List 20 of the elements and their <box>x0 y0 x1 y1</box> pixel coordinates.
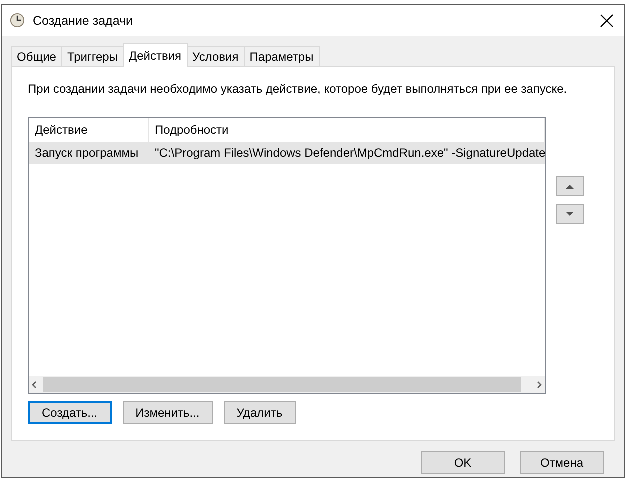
table-cell-text: "C:\Program Files\Windows Defender\MpCmdRun.exe" -SignatureUpdate <box>154 146 545 160</box>
triangle-up-icon <box>566 184 574 188</box>
action-button[interactable]: Удалить <box>224 401 296 424</box>
dialog-button[interactable]: OK <box>421 451 505 474</box>
move-up-button[interactable] <box>556 176 584 196</box>
table-cell-text: Запуск программы <box>34 146 140 160</box>
close-icon[interactable] <box>600 14 614 28</box>
horizontal-scrollbar[interactable] <box>29 376 545 393</box>
list-row[interactable]: Запуск программы "C:\Program Files\Windows Defender\MpCmdRun.exe" -SignatureUpdate <box>29 142 545 164</box>
move-down-button[interactable] <box>556 204 584 224</box>
tab[interactable]: Общие <box>11 46 62 67</box>
tab[interactable]: Действия <box>122 43 188 67</box>
tab[interactable]: Параметры <box>244 46 320 67</box>
description-text: При создании задачи необходимо указать действие, которое будет выполняться при ее запуске. <box>28 82 568 96</box>
window-title: Создание задачи <box>33 14 133 28</box>
action-button[interactable]: Создать... <box>28 401 112 424</box>
dialog-button[interactable]: Отмена <box>520 451 604 474</box>
triangle-down-icon <box>566 212 574 216</box>
clock-icon <box>10 13 25 28</box>
action-button[interactable]: Изменить... <box>122 401 213 424</box>
